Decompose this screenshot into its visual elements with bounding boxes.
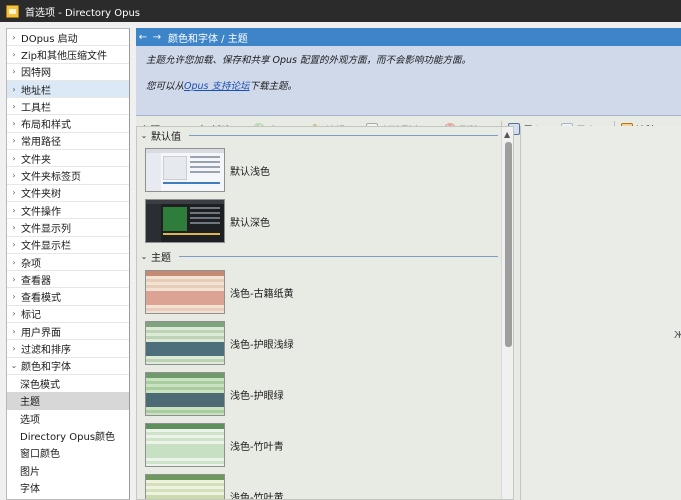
sidebar-item-misc[interactable]: › 杂项 [7, 254, 129, 272]
chevron-right-icon: › [12, 292, 16, 302]
sidebar-subitem-fonts[interactable]: 字体 [7, 479, 129, 496]
chevron-right-icon: › [12, 153, 16, 163]
theme-item-bamboo-green[interactable]: 浅色-竹叶青 [145, 422, 502, 468]
breadcrumb: 颜色和字体 / 主题 [168, 33, 248, 45]
sidebar-item-user-interface[interactable]: › 用户界面 [7, 323, 129, 341]
sidebar-item-file-display[interactable]: › 文件显示栏 [7, 237, 129, 254]
chevron-right-icon: › [12, 309, 16, 319]
theme-item-light-eye-green[interactable]: 浅色-护眼浅绿 [145, 320, 502, 366]
sidebar-item-colors-fonts[interactable]: ⌄ 颜色和字体 [7, 358, 129, 375]
theme-thumbnail [145, 423, 225, 467]
sidebar-subitem-images[interactable]: 图片 [7, 461, 129, 478]
theme-thumbnail [145, 372, 225, 416]
theme-name: 默认深色 [230, 217, 270, 229]
chevron-right-icon: › [12, 49, 16, 59]
sidebar-item-file-operations[interactable]: › 文件操作 [7, 202, 129, 220]
chevron-right-icon: › [12, 171, 16, 181]
group-default[interactable]: ⌄ 默认值 [137, 127, 502, 143]
sidebar-item-address-bar[interactable]: › 地址栏 [7, 80, 129, 99]
sidebar-subitem-themes[interactable]: 主题 [7, 392, 129, 410]
chevron-down-icon: ⌄ [140, 130, 148, 140]
sidebar-item-dopus-startup[interactable]: › DOpus 启动 [7, 29, 129, 47]
theme-item-eye-green[interactable]: 浅色-护眼绿 [145, 371, 502, 417]
info-text: 主题允许您加载、保存和共享 Opus 配置的外观方面，而不会影响功能方面。 [146, 55, 472, 66]
info-text-download: 您可以从Opus 支持论坛下载主题。 [146, 81, 298, 92]
theme-item-default-dark[interactable]: 默认深色 [145, 198, 502, 244]
theme-item-light-paper[interactable]: 浅色-古籍纸黄 [145, 269, 502, 315]
sidebar-item-folders[interactable]: › 文件夹 [7, 150, 129, 168]
sidebar-subitem-dark-mode[interactable]: 深色模式 [7, 375, 129, 392]
chevron-right-icon: › [12, 67, 16, 77]
scroll-up-arrow-icon[interactable]: ▲ [504, 130, 510, 139]
group-divider [189, 134, 498, 136]
chevron-right-icon: › [12, 205, 16, 215]
chevron-right-icon: › [12, 32, 16, 42]
group-themes[interactable]: ⌄ 主题 [137, 248, 502, 264]
theme-name: 浅色-护眼绿 [230, 390, 284, 402]
sidebar-item-labels[interactable]: › 标记 [7, 306, 129, 324]
chevron-right-icon: › [12, 343, 16, 353]
theme-thumbnail [145, 270, 225, 314]
support-forum-link[interactable]: Opus 支持论坛 [184, 81, 250, 92]
sidebar-item-toolbars[interactable]: › 工具栏 [7, 98, 129, 116]
sidebar: › DOpus 启动 › Zip和其他压缩文件 › 因特网 › 地址栏 › 工具栏 › 布局… [6, 28, 130, 500]
info-box: 主题允许您加载、保存和共享 Opus 配置的外观方面，而不会影响功能方面。 您可… [136, 46, 681, 116]
theme-name: 默认浅色 [230, 166, 270, 178]
chevron-right-icon: › [12, 136, 16, 146]
sidebar-item-favorites[interactable]: › 常用路径 [7, 133, 129, 151]
sidebar-subitem-opus-colors[interactable]: Directory Opus颜色 [7, 427, 129, 444]
content-pane: ← → 颜色和字体 / 主题 主题允许您加载、保存和共享 Opus 配置的外观方… [136, 28, 681, 500]
theme-preview-pane: Ж [520, 126, 681, 500]
preview-glyph: Ж [674, 330, 681, 341]
theme-thumbnail [145, 321, 225, 365]
theme-name: 浅色-竹叶青 [230, 441, 284, 453]
theme-thumbnail [145, 148, 225, 192]
theme-item-bamboo-yellow[interactable]: 浅色-竹叶黄 [145, 473, 502, 500]
sidebar-item-internet[interactable]: › 因特网 [7, 64, 129, 81]
chevron-down-icon: ⌄ [10, 361, 18, 371]
chevron-right-icon: › [12, 188, 16, 198]
theme-item-default-light[interactable]: 默认浅色 [145, 147, 502, 193]
forward-arrow-icon[interactable]: → [150, 32, 164, 43]
chevron-right-icon: › [12, 222, 16, 232]
theme-name: 浅色-竹叶黄 [230, 492, 284, 500]
list-scrollbar[interactable]: ▲ [501, 127, 513, 499]
sidebar-item-filter-sort[interactable]: › 过滤和排序 [7, 340, 129, 358]
scrollbar-thumb[interactable] [505, 142, 512, 347]
folder-app-icon [6, 4, 19, 18]
sidebar-item-viewer[interactable]: › 查看器 [7, 271, 129, 289]
window-title: 首选项 - Directory Opus [25, 7, 140, 19]
chevron-right-icon: › [12, 119, 16, 129]
sidebar-subitem-window-colors[interactable]: 窗口颜色 [7, 444, 129, 461]
chevron-right-icon: › [12, 240, 16, 250]
chevron-right-icon: › [12, 101, 16, 111]
sidebar-subitem-options[interactable]: 选项 [7, 410, 129, 427]
group-divider [179, 255, 498, 257]
sidebar-item-folder-tree[interactable]: › 文件夹树 [7, 185, 129, 202]
page-header: ← → 颜色和字体 / 主题 [136, 28, 681, 46]
theme-thumbnail [145, 199, 225, 243]
title-bar: 首选项 - Directory Opus [0, 0, 681, 22]
sidebar-item-folder-tabs[interactable]: › 文件夹标签页 [7, 167, 129, 185]
back-arrow-icon[interactable]: ← [136, 32, 150, 43]
chevron-right-icon: › [12, 274, 16, 284]
chevron-right-icon: › [12, 326, 16, 336]
theme-list: ⌄ 默认值 默认浅色 默认深色 ⌄ 主题 浅色-古籍纸黄 浅色-护眼浅绿 浅色-… [136, 126, 514, 500]
chevron-right-icon: › [12, 257, 16, 267]
sidebar-item-view-modes[interactable]: › 查看模式 [7, 288, 129, 306]
sidebar-item-zip[interactable]: › Zip和其他压缩文件 [7, 46, 129, 64]
chevron-down-icon: ⌄ [140, 251, 148, 261]
theme-name: 浅色-护眼浅绿 [230, 339, 294, 351]
theme-name: 浅色-古籍纸黄 [230, 288, 294, 300]
chevron-right-icon: › [12, 84, 16, 94]
sidebar-item-file-columns[interactable]: › 文件显示列 [7, 219, 129, 237]
theme-thumbnail [145, 474, 225, 499]
sidebar-item-layout-style[interactable]: › 布局和样式 [7, 115, 129, 133]
